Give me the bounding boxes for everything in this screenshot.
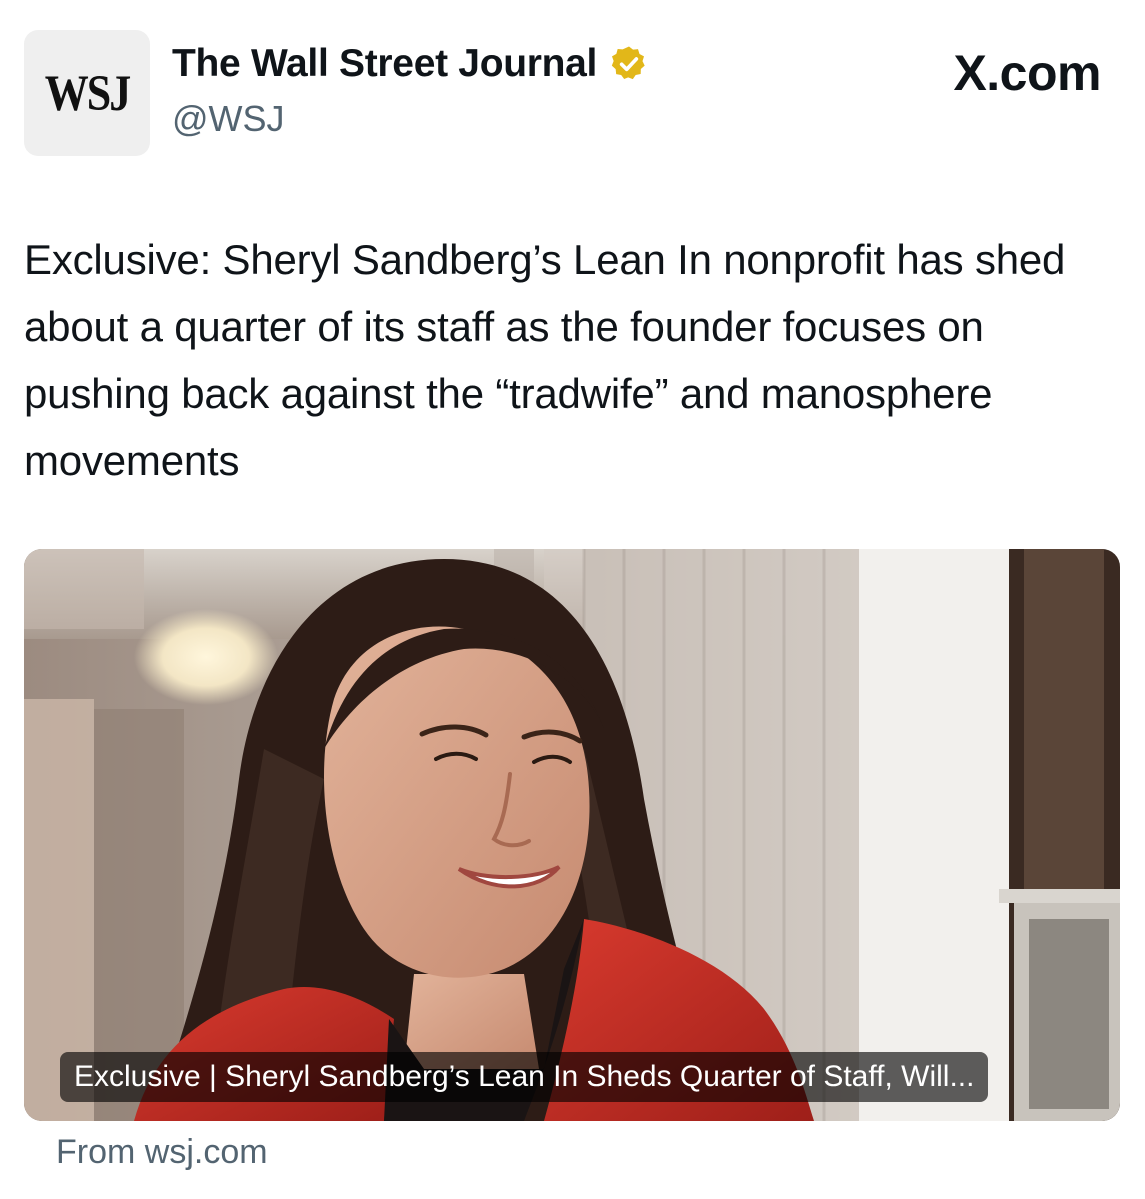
link-card-headline[interactable]: Exclusive | Sheryl Sandberg’s Lean In Sh…: [60, 1052, 989, 1102]
link-source[interactable]: From wsj.com: [56, 1133, 268, 1172]
account-name[interactable]: The Wall Street Journal: [172, 42, 597, 86]
account-name-row: The Wall Street Journal: [172, 42, 649, 86]
x-site-logo: X.com: [953, 45, 1101, 101]
avatar[interactable]: WSJ: [24, 30, 150, 156]
article-photo: [24, 549, 1120, 1121]
avatar-logo-text: WSJ: [44, 64, 131, 122]
link-card[interactable]: Exclusive | Sheryl Sandberg’s Lean In Sh…: [24, 549, 1120, 1121]
post-text: Exclusive: Sheryl Sandberg’s Lean In non…: [24, 236, 1066, 484]
account-handle[interactable]: @WSJ: [172, 98, 285, 140]
post-header: WSJ The Wall Street Journal @WSJ X.com: [0, 0, 1145, 170]
verified-badge-icon: [611, 46, 645, 80]
